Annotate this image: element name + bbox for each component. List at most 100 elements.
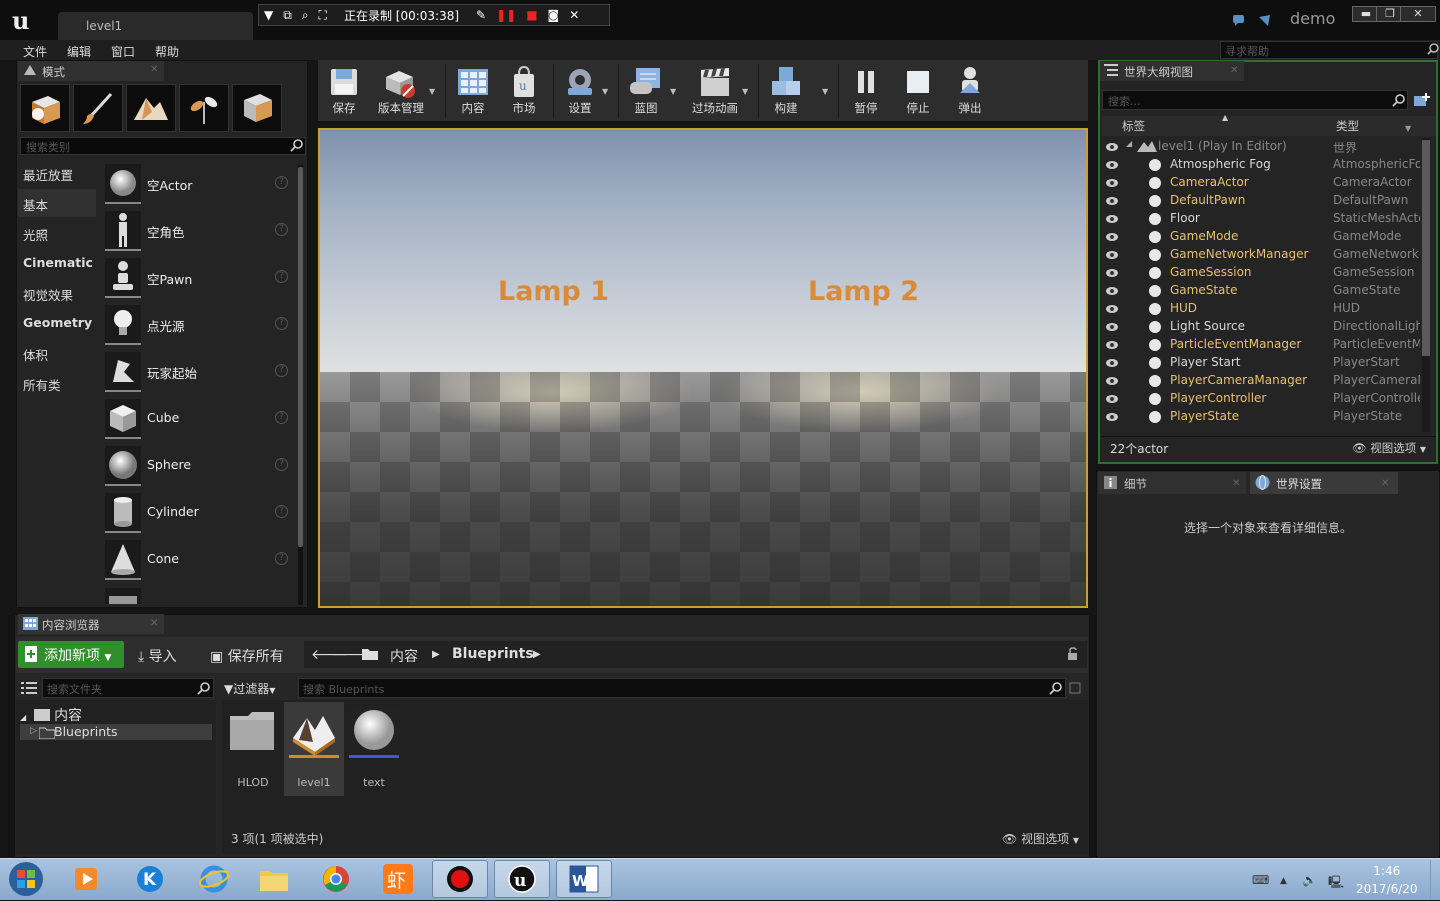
outliner-row[interactable]: DefaultPawn DefaultPawn <box>1102 192 1420 210</box>
visibility-eye-icon[interactable] <box>1105 303 1119 317</box>
system-clock[interactable]: 1:46 2017/6/20 <box>1356 862 1418 898</box>
restore-icon[interactable]: ⧉ <box>283 8 292 23</box>
dropdown-arrow-icon[interactable]: ▼ <box>822 87 828 96</box>
source-control-button[interactable]: 版本管理 <box>372 64 430 120</box>
category-basic[interactable]: 基本 <box>18 189 96 217</box>
outliner-row[interactable]: PlayerState PlayerState <box>1102 408 1420 426</box>
place-item-point-light[interactable]: 点光源 ? <box>100 303 296 349</box>
pause-record-icon[interactable]: ❚❚ <box>496 8 516 22</box>
visibility-eye-icon[interactable] <box>1105 411 1119 425</box>
outliner-scrollbar-thumb[interactable] <box>1422 140 1430 356</box>
filters-button[interactable]: ▼过滤器▼ <box>224 678 294 698</box>
settings-button[interactable]: 设置 <box>558 64 602 120</box>
help-search-input[interactable]: 寻求帮助 <box>1220 41 1438 59</box>
volume-icon[interactable]: 🔈 <box>1302 873 1317 887</box>
feedback-icon[interactable] <box>1258 14 1272 31</box>
help-icon[interactable]: ? <box>275 364 288 377</box>
pause-button[interactable]: 暂停 <box>846 64 886 120</box>
menu-window[interactable]: 窗口 <box>111 43 135 60</box>
visibility-eye-icon[interactable] <box>1105 285 1119 299</box>
outliner-row[interactable]: CameraActor CameraActor <box>1102 174 1420 192</box>
save-button[interactable]: 保存 <box>322 64 366 120</box>
close-tab-icon[interactable]: ✕ <box>1230 65 1238 76</box>
category-lights[interactable]: 光照 <box>18 219 96 247</box>
close-record-icon[interactable]: ✕ <box>569 8 579 22</box>
breadcrumb-content[interactable]: 内容 <box>390 646 418 666</box>
import-button[interactable]: ⤓ 导入 <box>138 646 177 666</box>
taskbar-file-explorer[interactable] <box>246 860 302 898</box>
category-search-input[interactable]: 搜索类别 <box>20 137 306 155</box>
collapse-arrow-icon[interactable]: ◢ <box>20 713 26 722</box>
taskbar-xiami[interactable]: 虾 <box>370 860 426 898</box>
close-button[interactable]: ✕ <box>1400 6 1436 22</box>
visibility-eye-icon[interactable] <box>1105 321 1119 335</box>
tab-world-outliner[interactable]: 世界大纲视图 <box>1100 61 1244 81</box>
network-icon[interactable]: 🖳 <box>1328 873 1344 894</box>
column-type[interactable]: 类型 <box>1336 118 1359 134</box>
place-item-sphere[interactable]: Sphere ? <box>100 444 296 490</box>
outliner-row[interactable]: GameNetworkManager GameNetworkManager <box>1102 246 1420 264</box>
lock-icon[interactable] <box>1066 647 1080 664</box>
visibility-eye-icon[interactable] <box>1105 195 1119 209</box>
outliner-row[interactable]: PlayerCameraManager PlayerCameraManager <box>1102 372 1420 390</box>
place-mode-button[interactable] <box>20 84 70 132</box>
outliner-row[interactable]: Floor StaticMeshActor <box>1102 210 1420 228</box>
view-options-button[interactable]: 👁 视图选项 ▼ <box>1002 830 1079 847</box>
outliner-row[interactable]: ParticleEventManager ParticleEventManager <box>1102 336 1420 354</box>
taskbar-k-app[interactable]: K <box>122 860 178 898</box>
collapse-arrow-icon[interactable]: ◢ <box>1126 139 1132 148</box>
outliner-row[interactable]: HUD HUD <box>1102 300 1420 318</box>
stop-button[interactable]: 停止 <box>898 64 938 120</box>
menu-edit[interactable]: 编辑 <box>67 43 91 60</box>
asset-search-input[interactable]: 搜索 Blueprints <box>298 678 1066 698</box>
blueprints-button[interactable]: 蓝图 <box>622 64 670 120</box>
region-icon[interactable]: ⛶ <box>319 8 327 23</box>
visibility-eye-icon[interactable] <box>1105 249 1119 263</box>
tab-content-browser[interactable]: 内容浏览器 <box>18 614 164 634</box>
asset-hlod-folder[interactable]: HLOD <box>223 702 283 796</box>
tree-item-content[interactable]: ◢ 内容 <box>20 705 82 725</box>
category-recent[interactable]: 最近放置 <box>18 159 96 187</box>
keyboard-tray-icon[interactable]: ⌨ <box>1252 873 1269 887</box>
menu-help[interactable]: 帮助 <box>155 43 179 60</box>
chevron-down-icon[interactable]: ▼ <box>1405 124 1411 133</box>
add-folder-icon[interactable] <box>1413 92 1431 111</box>
outliner-search-input[interactable]: 搜索... <box>1102 90 1408 110</box>
close-tab-icon[interactable]: ✕ <box>150 64 158 75</box>
outliner-row[interactable]: Atmospheric Fog AtmosphericFog <box>1102 156 1420 174</box>
visibility-eye-icon[interactable] <box>1105 213 1119 227</box>
visibility-eye-icon[interactable] <box>1105 393 1119 407</box>
geometry-mode-button[interactable] <box>232 84 282 132</box>
build-button[interactable]: 构建 <box>764 64 808 120</box>
content-button[interactable]: 内容 <box>450 64 496 120</box>
place-item-empty-actor[interactable]: 空Actor ? <box>100 162 296 208</box>
outliner-row[interactable]: GameSession GameSession <box>1102 264 1420 282</box>
tab-world-settings[interactable]: 世界设置 <box>1250 472 1398 494</box>
place-item-cylinder[interactable]: Cylinder ? <box>100 491 296 537</box>
eject-button[interactable]: 弹出 <box>950 64 990 120</box>
close-tab-icon[interactable]: ✕ <box>1232 478 1240 489</box>
place-item-empty-character[interactable]: 空角色 ? <box>100 209 296 255</box>
pen-icon[interactable]: ✎ <box>476 8 486 22</box>
dropdown-arrow-icon[interactable]: ▼ <box>264 8 273 22</box>
marketplace-button[interactable]: u 市场 <box>502 64 546 120</box>
zoom-icon[interactable]: ⌕ <box>302 8 309 23</box>
asset-text-material[interactable]: text <box>344 702 404 796</box>
folder-search-input[interactable]: 搜索文件夹 <box>42 678 214 698</box>
start-button[interactable] <box>6 860 46 901</box>
help-icon[interactable]: ? <box>275 411 288 424</box>
camera-icon[interactable]: ◙ <box>548 8 560 22</box>
outliner-row[interactable]: Light Source DirectionalLight <box>1102 318 1420 336</box>
category-visual-effects[interactable]: 视觉效果 <box>18 279 96 307</box>
place-item-cone[interactable]: Cone ? <box>100 538 296 584</box>
tray-expand-icon[interactable]: ▲ <box>1280 876 1287 886</box>
outliner-row[interactable]: PlayerController PlayerController <box>1102 390 1420 408</box>
dropdown-arrow-icon[interactable]: ▼ <box>429 87 435 96</box>
save-search-icon[interactable] <box>1069 682 1081 697</box>
close-tab-icon[interactable]: ✕ <box>150 618 158 629</box>
chevron-right-icon[interactable]: ▶ <box>432 649 440 660</box>
visibility-eye-icon[interactable] <box>1105 177 1119 191</box>
stop-record-icon[interactable]: ■ <box>526 8 537 22</box>
visibility-eye-icon[interactable] <box>1105 357 1119 371</box>
taskbar-internet-explorer[interactable] <box>186 860 242 898</box>
